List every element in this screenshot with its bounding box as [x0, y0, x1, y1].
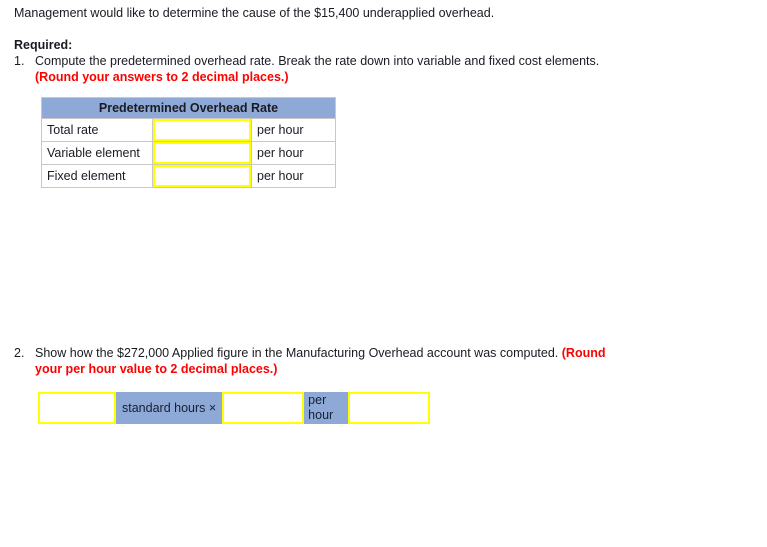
row-label-fixed-element: Fixed element [41, 164, 153, 188]
applied-overhead-formula-row: standard hours × per hour [38, 392, 431, 424]
required-label: Required: [14, 38, 73, 52]
table-row: Total rate per hour [41, 118, 336, 142]
formula-input-2[interactable] [222, 392, 305, 424]
rate-table-header: Predetermined Overhead Rate [41, 97, 336, 119]
fixed-element-input[interactable] [153, 165, 251, 187]
variable-element-input[interactable] [153, 142, 251, 164]
formula-input-3[interactable] [348, 392, 431, 424]
question-1-note: (Round your answers to 2 decimal places.… [35, 70, 289, 84]
row-unit-fixed-element: per hour [251, 164, 336, 188]
question-2-number: 2. [14, 346, 25, 360]
question-1-text: Compute the predetermined overhead rate.… [35, 54, 600, 68]
predetermined-overhead-rate-table: Predetermined Overhead Rate Total rate p… [41, 97, 336, 188]
table-header-row: Predetermined Overhead Rate [41, 97, 336, 119]
variable-element-input-cell [152, 141, 252, 165]
fixed-element-input-cell [152, 164, 252, 188]
total-rate-input[interactable] [153, 119, 251, 141]
formula-unit-label: per hour [304, 392, 349, 424]
question-2-text: Show how the $272,000 Applied figure in … [35, 346, 559, 360]
row-unit-total-rate: per hour [251, 118, 336, 142]
question-2-body: Show how the $272,000 Applied figure in … [35, 345, 714, 377]
intro-sentence: Management would like to determine the c… [14, 6, 495, 20]
table-row: Fixed element per hour [41, 164, 336, 188]
total-rate-input-cell [152, 118, 252, 142]
question-1-body: Compute the predetermined overhead rate.… [35, 53, 714, 85]
row-label-variable-element: Variable element [41, 141, 153, 165]
question-1-block: 1. Compute the predetermined overhead ra… [14, 53, 714, 85]
question-1-number: 1. [14, 54, 25, 68]
question-2-note-part2: your per hour value to 2 decimal places.… [35, 362, 278, 376]
formula-operator-label: standard hours × [116, 392, 223, 424]
question-2-block: 2. Show how the $272,000 Applied figure … [14, 345, 714, 377]
formula-input-1[interactable] [38, 392, 116, 424]
question-2-note-part1: (Round [561, 346, 606, 360]
table-row: Variable element per hour [41, 141, 336, 165]
row-label-total-rate: Total rate [41, 118, 153, 142]
row-unit-variable-element: per hour [251, 141, 336, 165]
